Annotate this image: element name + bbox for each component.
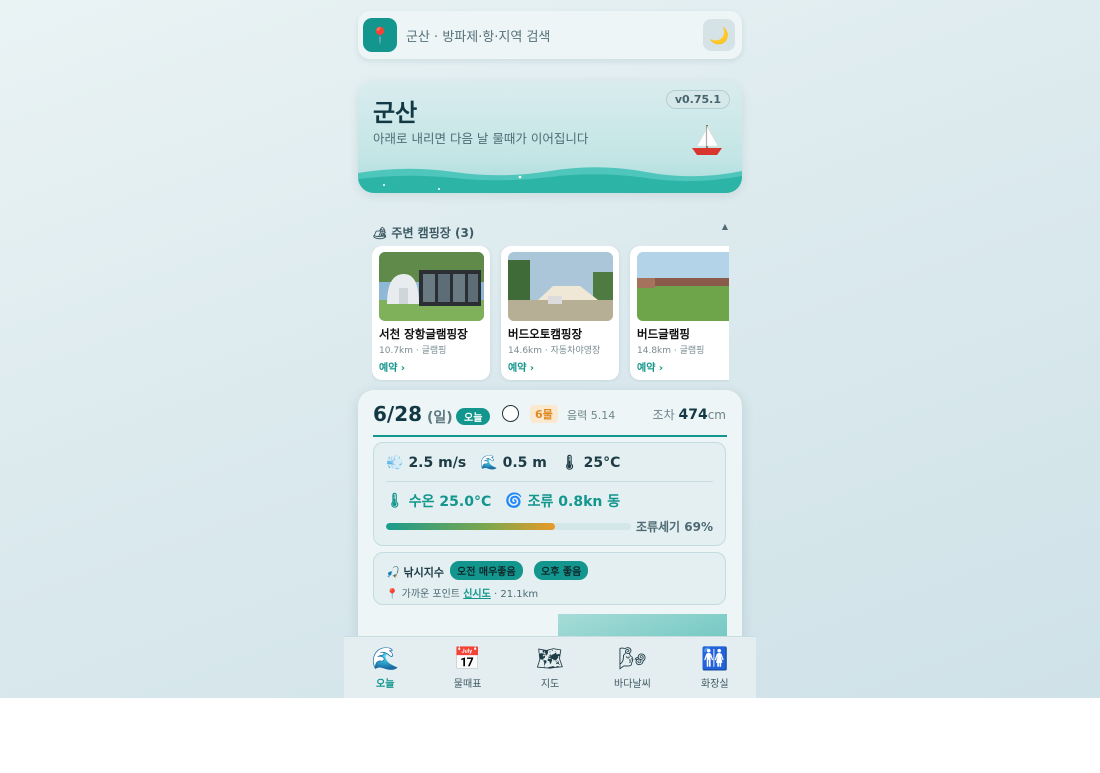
fishing-index-title: 🎣 낚시지수: [386, 566, 445, 579]
current-info: 🌀 조류 0.8kn 동: [505, 491, 620, 511]
tide-range-unit: cm: [707, 408, 726, 422]
sailboat-icon: [692, 125, 722, 155]
temp-value: 25°C: [583, 455, 621, 471]
camping-carousel[interactable]: 서천 장항글램핑장 10.7km · 글램핑 예약 › 버드오토캠핑장 14.6…: [372, 246, 729, 382]
current-strength-fill: [386, 523, 556, 530]
fishing-pm-badge: 오후 좋음: [534, 561, 589, 580]
camp-name: 서천 장항글램핑장: [379, 327, 468, 341]
camp-meta: 14.6km · 자동차야영장: [508, 346, 601, 356]
sea-row: 🌡 수온 25.0°C 🌀 조류 0.8kn 동: [386, 491, 634, 511]
camp-meta: 14.8km · 글램핑: [637, 346, 705, 356]
map-icon: 🗺: [536, 647, 564, 672]
camp-photo: [379, 252, 484, 321]
nav-tide-table[interactable]: 📅 물때표: [426, 637, 508, 698]
camp-card[interactable]: 버드글램핑 14.8km · 글램핑 예약 ›: [630, 246, 729, 380]
fishing-am-badge: 오전 매우좋음: [450, 561, 523, 580]
camping-title: 🏕 주변 캠핑장 (3): [372, 226, 475, 240]
tide-range-label: 조차: [652, 408, 675, 422]
camp-card[interactable]: 버드오토캠핑장 14.6km · 자동차야영장 예약 ›: [501, 246, 619, 380]
nearest-point-distance: · 21.1km: [494, 589, 539, 600]
hero-card: 군산 아래로 내리면 다음 날 물때가 이어집니다 v0.75.1: [358, 81, 742, 193]
cyclone-icon: 🌀: [505, 493, 523, 509]
nav-label: 오늘: [376, 679, 395, 690]
tide-name-badge: 6물: [530, 405, 558, 423]
water-temp-value: 수온 25.0°C: [408, 494, 492, 510]
day-date: 6/28: [373, 402, 423, 426]
dark-mode-button[interactable]: 🌙: [703, 19, 735, 51]
today-badge: 오늘: [456, 408, 491, 425]
nav-map[interactable]: 🗺 지도: [509, 637, 591, 698]
book-link[interactable]: 예약 ›: [508, 359, 534, 374]
tide-range-value: 474: [678, 407, 708, 423]
wave-decoration: [358, 167, 742, 193]
nav-label: 지도: [540, 679, 560, 690]
camping-section-header[interactable]: 🏕 주변 캠핑장 (3) ▲: [372, 222, 728, 240]
wind-speed: 💨 2.5 m/s: [386, 455, 466, 471]
thermometer-icon: 🌡: [560, 455, 579, 471]
app-screen: 📍 군산 · 방파제·항·지역 검색 🌙 군산 아래로 내리면 다음 날 물때가…: [344, 0, 756, 698]
nav-restroom[interactable]: 🚻 화장실: [674, 637, 756, 698]
wave-icon: 🌊: [371, 647, 399, 672]
camp-name: 버드오토캠핑장: [508, 327, 583, 341]
wind-icon: 🌬: [618, 647, 647, 672]
nav-label: 화장실: [701, 679, 729, 690]
weather-row: 💨 2.5 m/s 🌊 0.5 m 🌡 25°C: [386, 455, 634, 471]
wind-icon: 💨: [386, 455, 404, 471]
hero-subtitle: 아래로 내리면 다음 날 물때가 이어집니다: [373, 131, 589, 146]
nearest-point-label: 📍 가까운 포인트: [386, 589, 461, 600]
nearest-point: 📍 가까운 포인트 신시도 · 21.1km: [386, 585, 538, 600]
lunar-date: 음력 5.14: [567, 409, 616, 422]
moon-phase-icon: [502, 405, 519, 422]
bottom-nav: 🌊 오늘 📅 물때표 🗺 지도 🌬 바다날씨 🚻 화장실: [344, 636, 756, 698]
wind-value: 2.5 m/s: [408, 455, 467, 471]
wave-icon: 🌊: [480, 455, 498, 471]
camp-meta: 10.7km · 글램핑: [379, 346, 447, 356]
fishing-index-panel: 🎣 낚시지수 오전 매우좋음 오후 좋음 📍 가까운 포인트 신시도 · 21.…: [373, 552, 726, 605]
day-weekday: (일): [427, 410, 453, 426]
version-badge: v0.75.1: [665, 90, 730, 109]
location-pin-button[interactable]: 📍: [363, 18, 397, 52]
weather-panel: 💨 2.5 m/s 🌊 0.5 m 🌡 25°C 🌡 수온 25.0°C 🌀 조…: [373, 442, 726, 546]
moon-icon: 🌙: [709, 25, 729, 45]
search-bar[interactable]: 📍 군산 · 방파제·항·지역 검색 🌙: [358, 11, 742, 59]
nav-today[interactable]: 🌊 오늘: [344, 637, 426, 698]
book-link[interactable]: 예약 ›: [637, 359, 663, 374]
camp-card[interactable]: 서천 장항글램핑장 10.7km · 글램핑 예약 ›: [372, 246, 490, 380]
nav-label: 물때표: [453, 679, 482, 690]
wave-height: 🌊 0.5 m: [480, 455, 547, 471]
camp-photo: [637, 252, 729, 321]
nav-label: 바다날씨: [614, 679, 651, 690]
thermometer-icon: 🌡: [386, 493, 404, 509]
divider: [386, 481, 713, 482]
city-title: 군산: [373, 99, 418, 127]
nav-sea-weather[interactable]: 🌬 바다날씨: [591, 637, 673, 698]
tide-range: 조차 474cm: [653, 406, 726, 423]
current-strength-label: 조류세기 69%: [635, 520, 713, 534]
divider: [373, 435, 727, 437]
nearest-point-link[interactable]: 신시도: [463, 589, 491, 600]
restroom-icon: 🚻: [701, 647, 729, 672]
current-value: 조류 0.8kn 동: [527, 494, 621, 510]
wave-value: 0.5 m: [502, 455, 547, 471]
camp-name: 버드글램핑: [637, 327, 690, 341]
calendar-icon: 📅: [453, 647, 482, 672]
water-temp: 🌡 수온 25.0°C: [386, 491, 491, 511]
air-temp: 🌡 25°C: [561, 455, 621, 471]
location-pin-icon: 📍: [370, 25, 390, 45]
collapse-icon[interactable]: ▲: [722, 222, 728, 231]
book-link[interactable]: 예약 ›: [379, 359, 405, 374]
current-strength-bar: [386, 523, 631, 530]
camp-photo: [508, 252, 613, 321]
search-input[interactable]: 군산 · 방파제·항·지역 검색: [406, 26, 703, 45]
